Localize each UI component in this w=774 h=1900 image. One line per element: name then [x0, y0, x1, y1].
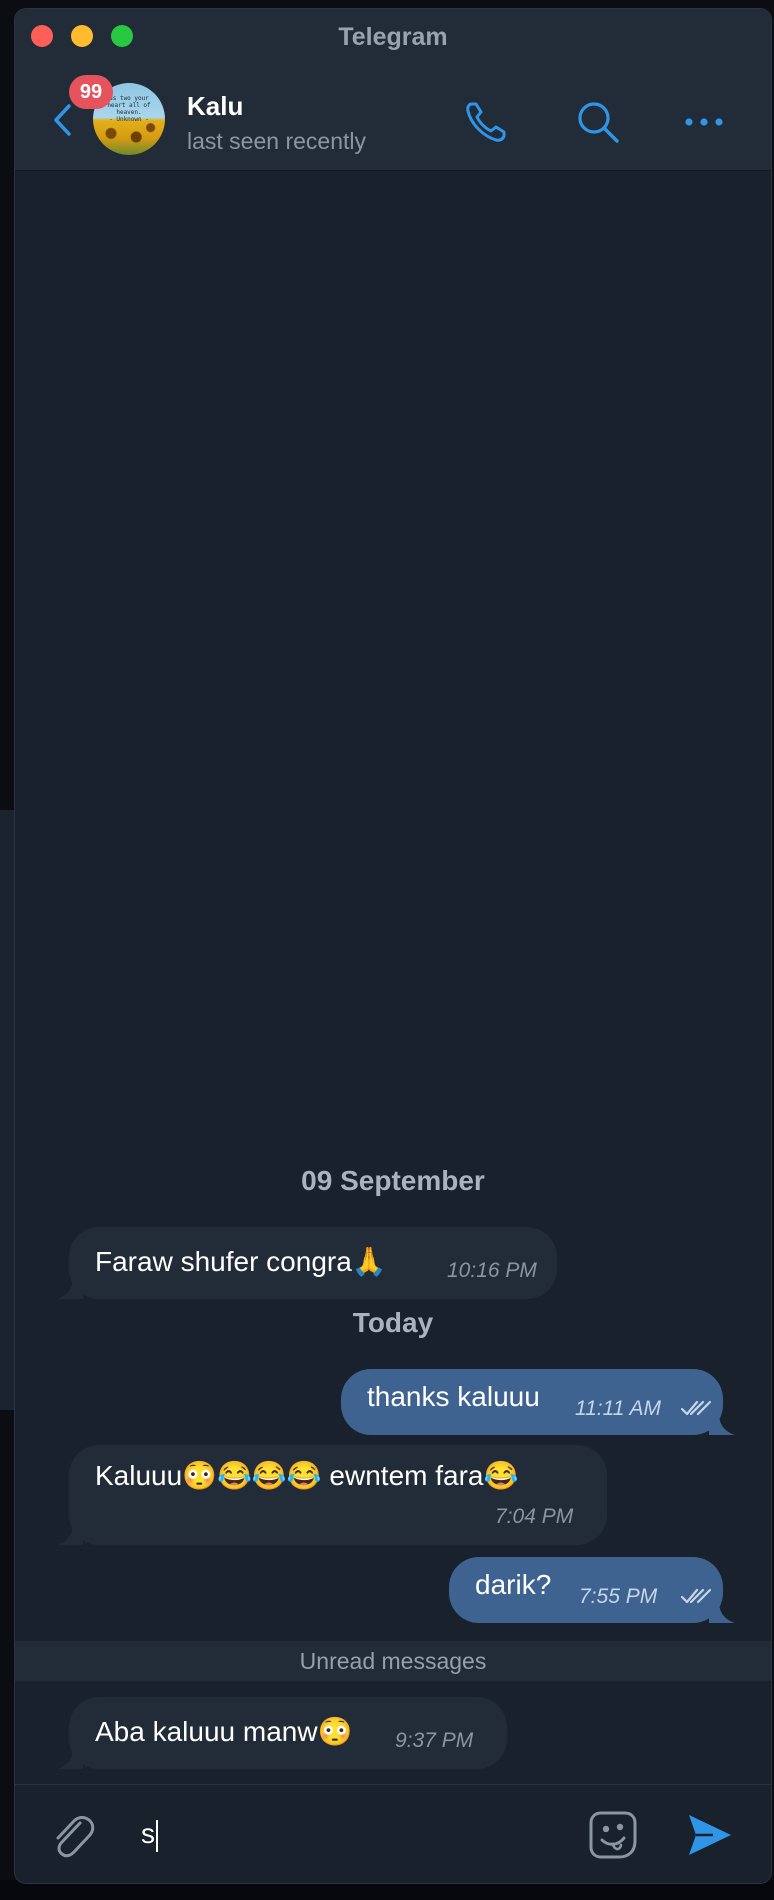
message-text: darik?: [475, 1569, 552, 1600]
more-icon[interactable]: [681, 107, 727, 137]
unread-count-badge: 99: [69, 75, 113, 109]
message-time: 7:04 PM: [495, 1505, 574, 1528]
unread-messages-divider: Unread messages: [15, 1641, 771, 1681]
search-icon[interactable]: [575, 99, 621, 145]
message-text: Kaluuu😳😂😂😂 ewntem fara😂: [95, 1460, 519, 1491]
message-input-value: s: [141, 1818, 155, 1849]
message-text: Aba kaluuu manw😳: [95, 1716, 353, 1747]
bubble-tail: [57, 1277, 83, 1299]
date-separator: 09 September: [301, 1165, 485, 1196]
sticker-icon[interactable]: [587, 1809, 639, 1861]
message-input[interactable]: s: [141, 1811, 561, 1857]
attachment-icon[interactable]: [49, 1811, 95, 1861]
window-title: Telegram: [338, 23, 448, 51]
bubble-tail: [57, 1523, 83, 1545]
text-caret: [156, 1819, 158, 1852]
message-incoming[interactable]: Kaluuu😳😂😂😂 ewntem fara😂 7:04 PM: [57, 1445, 607, 1545]
message-composer: s: [15, 1784, 771, 1883]
message-text: Faraw shufer congra🙏: [95, 1246, 387, 1277]
back-icon[interactable]: [49, 101, 77, 139]
message-outgoing[interactable]: darik? 7:55 PM: [449, 1557, 735, 1623]
message-time: 7:55 PM: [579, 1585, 658, 1608]
message-incoming[interactable]: Aba kaluuu manw😳 9:37 PM: [57, 1697, 507, 1769]
double-check-icon: [681, 1400, 711, 1416]
telegram-window: Telegram as two your heart all of heaven…: [14, 8, 772, 1884]
title-bar: Telegram: [15, 9, 771, 64]
phone-icon[interactable]: [463, 99, 509, 145]
bubble-tail: [57, 1747, 83, 1769]
send-icon[interactable]: [687, 1813, 733, 1857]
contact-status: last seen recently: [187, 128, 366, 154]
chat-header: as two your heart all of heaven. - Unkno…: [15, 63, 771, 171]
message-incoming[interactable]: Faraw shufer congra🙏 10:16 PM: [57, 1227, 557, 1299]
date-separator: Today: [352, 1307, 434, 1338]
message-time: 11:11 AM: [575, 1397, 661, 1420]
contact-name[interactable]: Kalu: [187, 91, 243, 122]
bubble-tail: [709, 1413, 735, 1435]
message-list[interactable]: 09 September Faraw shufer congra🙏 10:16 …: [15, 171, 771, 1785]
message-outgoing[interactable]: thanks kaluuu 11:11 AM: [341, 1369, 735, 1435]
double-check-icon: [681, 1588, 711, 1604]
message-time: 9:37 PM: [395, 1729, 474, 1752]
bubble-tail: [709, 1601, 735, 1623]
message-text: thanks kaluuu: [367, 1381, 540, 1412]
message-time: 10:16 PM: [447, 1259, 537, 1282]
